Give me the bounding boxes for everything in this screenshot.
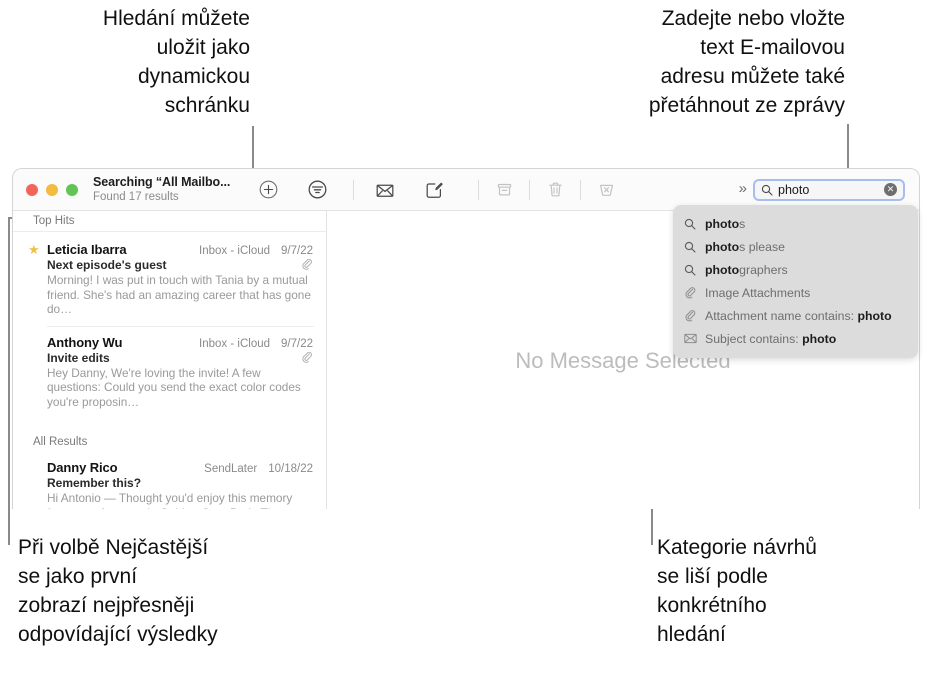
- paperclip-icon: [684, 309, 699, 322]
- star-icon: ★: [28, 242, 40, 257]
- junk-icon: [591, 175, 621, 205]
- suggestion-item[interactable]: Attachment name contains: photo: [673, 304, 918, 327]
- filter-icon[interactable]: [302, 175, 332, 205]
- message-mailbox: SendLater: [204, 463, 258, 475]
- suggestion-match: photo: [802, 331, 837, 346]
- clear-search-icon[interactable]: ✕: [884, 183, 897, 196]
- toolbar-divider: [353, 179, 354, 200]
- message-sender: Leticia Ibarra: [47, 242, 127, 257]
- list-item[interactable]: Anthony Wu Inbox - iCloud 9/7/22 Invite …: [13, 327, 326, 419]
- search-field[interactable]: photo ✕: [753, 178, 905, 201]
- message-date: 9/7/22: [281, 337, 313, 350]
- callout-bottom-left: Při volbě Nejčastější se jako první zobr…: [18, 536, 218, 646]
- search-icon: [684, 218, 699, 230]
- suggestion-item[interactable]: Subject contains: photo: [673, 327, 918, 350]
- list-item[interactable]: ★ Leticia Ibarra Inbox - iCloud 9/7/22 N…: [13, 234, 326, 326]
- message-preview: Morning! I was put in touch with Tania b…: [47, 273, 311, 316]
- message-date: 10/18/22: [268, 463, 313, 475]
- toolbar-divider: [580, 179, 581, 200]
- paperclip-icon: [684, 286, 699, 299]
- search-input[interactable]: photo: [778, 183, 884, 197]
- section-header-top-hits: Top Hits: [13, 211, 326, 232]
- list-item[interactable]: Danny Rico SendLater 10/18/22 Remember t…: [13, 452, 326, 509]
- message-sender: Anthony Wu: [47, 334, 123, 350]
- suggestion-rest: s please: [739, 239, 785, 254]
- callout-top-left: Hledání můžete uložit jako dynamickou sc…: [102, 7, 250, 117]
- toolbar-overflow-chevrons-icon[interactable]: »: [739, 180, 747, 199]
- callout-top-right: Zadejte nebo vložte text E-mailovou adre…: [648, 7, 845, 117]
- message-sender: Danny Rico: [47, 460, 118, 475]
- traffic-light-buttons: [26, 183, 78, 196]
- window-title-block: Searching “All Mailbo... Found 17 result…: [93, 175, 243, 204]
- toolbar-divider: [529, 179, 530, 200]
- paperclip-icon: [301, 351, 313, 364]
- search-suggestions-popover: photos photos please photographers Image…: [673, 205, 918, 358]
- suggestion-item[interactable]: photos please: [673, 235, 918, 258]
- message-list[interactable]: Top Hits ★ Leticia Ibarra Inbox - iCloud…: [13, 211, 327, 509]
- message-mailbox: Inbox - iCloud: [199, 337, 271, 350]
- close-window-button[interactable]: [26, 183, 38, 196]
- paperclip-icon: [301, 259, 313, 271]
- suggestion-item[interactable]: photos: [673, 212, 918, 235]
- callout-bottom-right: Kategorie návrhů se liší podle konkrétní…: [657, 536, 817, 646]
- suggestion-match: photo: [705, 216, 740, 231]
- message-subject: Invite edits: [47, 350, 110, 365]
- window-title: Searching “All Mailbo...: [93, 174, 231, 189]
- message-date: 9/7/22: [281, 245, 313, 257]
- suggestion-label: Subject contains:: [705, 331, 803, 346]
- window-subtitle-results-count: Found 17 results: [93, 190, 179, 203]
- archive-icon: [489, 175, 519, 205]
- trash-icon: [540, 175, 570, 205]
- search-icon: [761, 184, 773, 196]
- suggestion-label: Image Attachments: [705, 285, 811, 300]
- suggestion-match: photo: [705, 262, 740, 277]
- search-icon: [684, 264, 699, 276]
- suggestion-match: photo: [705, 239, 740, 254]
- envelope-icon: [684, 333, 699, 344]
- minimize-window-button[interactable]: [46, 183, 58, 196]
- message-subject: Next episode's guest: [47, 258, 167, 272]
- add-smart-mailbox-icon[interactable]: [253, 175, 283, 205]
- message-preview: Hey Danny, We're loving the invite! A fe…: [47, 365, 301, 409]
- callout-leader-line-bottom-left: [8, 217, 10, 545]
- suggestion-item[interactable]: Image Attachments: [673, 281, 918, 304]
- zoom-window-button[interactable]: [66, 183, 78, 196]
- section-header-all-results: All Results: [33, 436, 88, 448]
- message-preview: Hi Antonio — Thought you'd enjoy this me…: [47, 491, 293, 509]
- message-mailbox: Inbox - iCloud: [199, 245, 271, 257]
- compose-icon[interactable]: [419, 175, 449, 205]
- mail-icon[interactable]: [370, 175, 400, 205]
- message-subject: Remember this?: [47, 476, 142, 490]
- suggestion-rest: graphers: [739, 262, 788, 277]
- suggestion-label: Attachment name contains:: [705, 308, 858, 323]
- suggestion-match: photo: [857, 308, 892, 323]
- search-icon: [684, 241, 699, 253]
- suggestion-rest: s: [739, 216, 746, 231]
- toolbar-divider: [478, 179, 479, 200]
- suggestion-item[interactable]: photographers: [673, 258, 918, 281]
